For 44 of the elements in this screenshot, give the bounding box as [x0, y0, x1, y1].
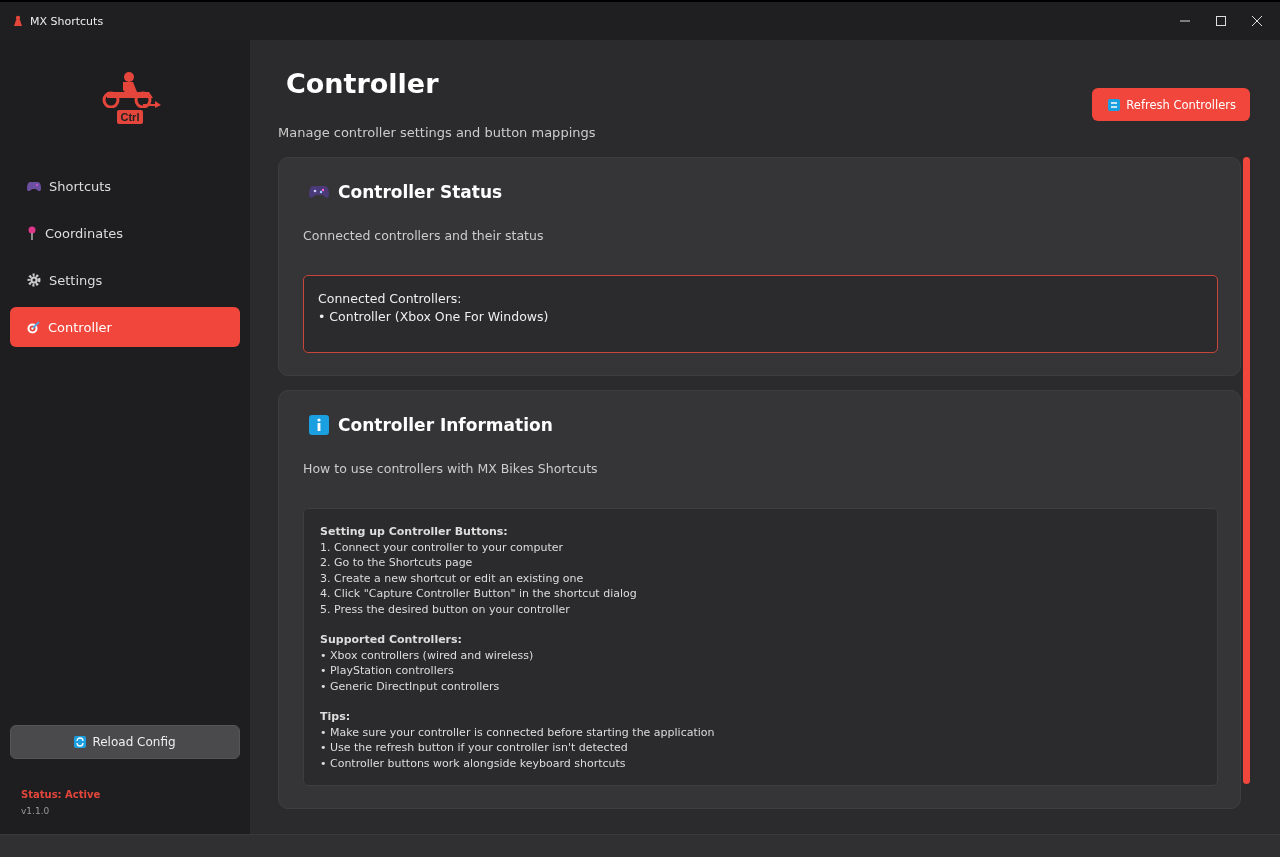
window-title: MX Shortcuts	[30, 14, 104, 28]
maximize-icon[interactable]	[1216, 16, 1226, 26]
refresh-icon	[1108, 98, 1121, 111]
info-line: • Use the refresh button if your controller isn't detected	[320, 740, 629, 756]
section-heading: Supported Controllers:	[320, 632, 463, 648]
info-line: 2. Go to the Shortcuts page	[320, 555, 474, 571]
target-icon	[27, 320, 40, 334]
refresh-icon	[74, 736, 87, 748]
scrollbar[interactable]	[1243, 157, 1250, 784]
info-line: • Xbox controllers (wired and wireless)	[320, 647, 535, 663]
logo-badge: Ctrl	[116, 110, 144, 124]
close-icon[interactable]	[1252, 16, 1262, 26]
sidebar-item[interactable]: Coordinates	[10, 213, 240, 253]
info-line: 1. Connect your controller to your computer	[320, 539, 564, 555]
sidebar-item[interactable]: Settings	[10, 260, 240, 300]
card-title: Controller Status	[338, 182, 503, 202]
controller-line: Connected Controllers:	[318, 290, 463, 308]
section-heading: Setting up Controller Buttons:	[320, 524, 509, 540]
info-line: • PlayStation controllers	[320, 663, 455, 679]
card-description: How to use controllers with MX Bikes Shortcuts	[303, 461, 599, 476]
card-description: Connected controllers and their status	[303, 228, 545, 243]
info-line: • Controller buttons work alongside keyboard shortcuts	[320, 755, 627, 771]
sidebar-item[interactable]: Controller	[10, 307, 240, 347]
pin-icon	[27, 226, 37, 240]
page-title: Controller	[286, 68, 439, 99]
gamepad-icon	[27, 180, 41, 192]
gamepad-icon	[309, 185, 329, 199]
info-line: 3. Create a new shortcut or edit an existing one	[320, 570, 585, 586]
version-text: v1.1.0	[20, 806, 51, 816]
reload-config-button[interactable]: Reload Config	[10, 725, 240, 759]
rider-icon	[12, 15, 24, 27]
page-subtitle: Manage controller settings and button mappings	[278, 125, 597, 140]
status-text: Status: Active	[20, 789, 102, 800]
info-line: 4. Click "Capture Controller Button" in the shortcut dialog	[320, 586, 638, 602]
info-line: 5. Press the desired button on your controller	[320, 601, 571, 617]
info-icon	[309, 415, 329, 435]
card-title: Controller Information	[338, 415, 553, 435]
gear-icon	[27, 273, 41, 287]
section-heading: Tips:	[320, 709, 352, 725]
refresh-controllers-button[interactable]: Refresh Controllers	[1092, 88, 1250, 121]
sidebar-item[interactable]: Shortcuts	[10, 166, 240, 206]
info-line: • Make sure your controller is connected before starting the application	[320, 724, 716, 740]
info-line: • Generic DirectInput controllers	[320, 678, 501, 694]
controller-line: • Controller (Xbox One For Windows)	[318, 308, 550, 326]
